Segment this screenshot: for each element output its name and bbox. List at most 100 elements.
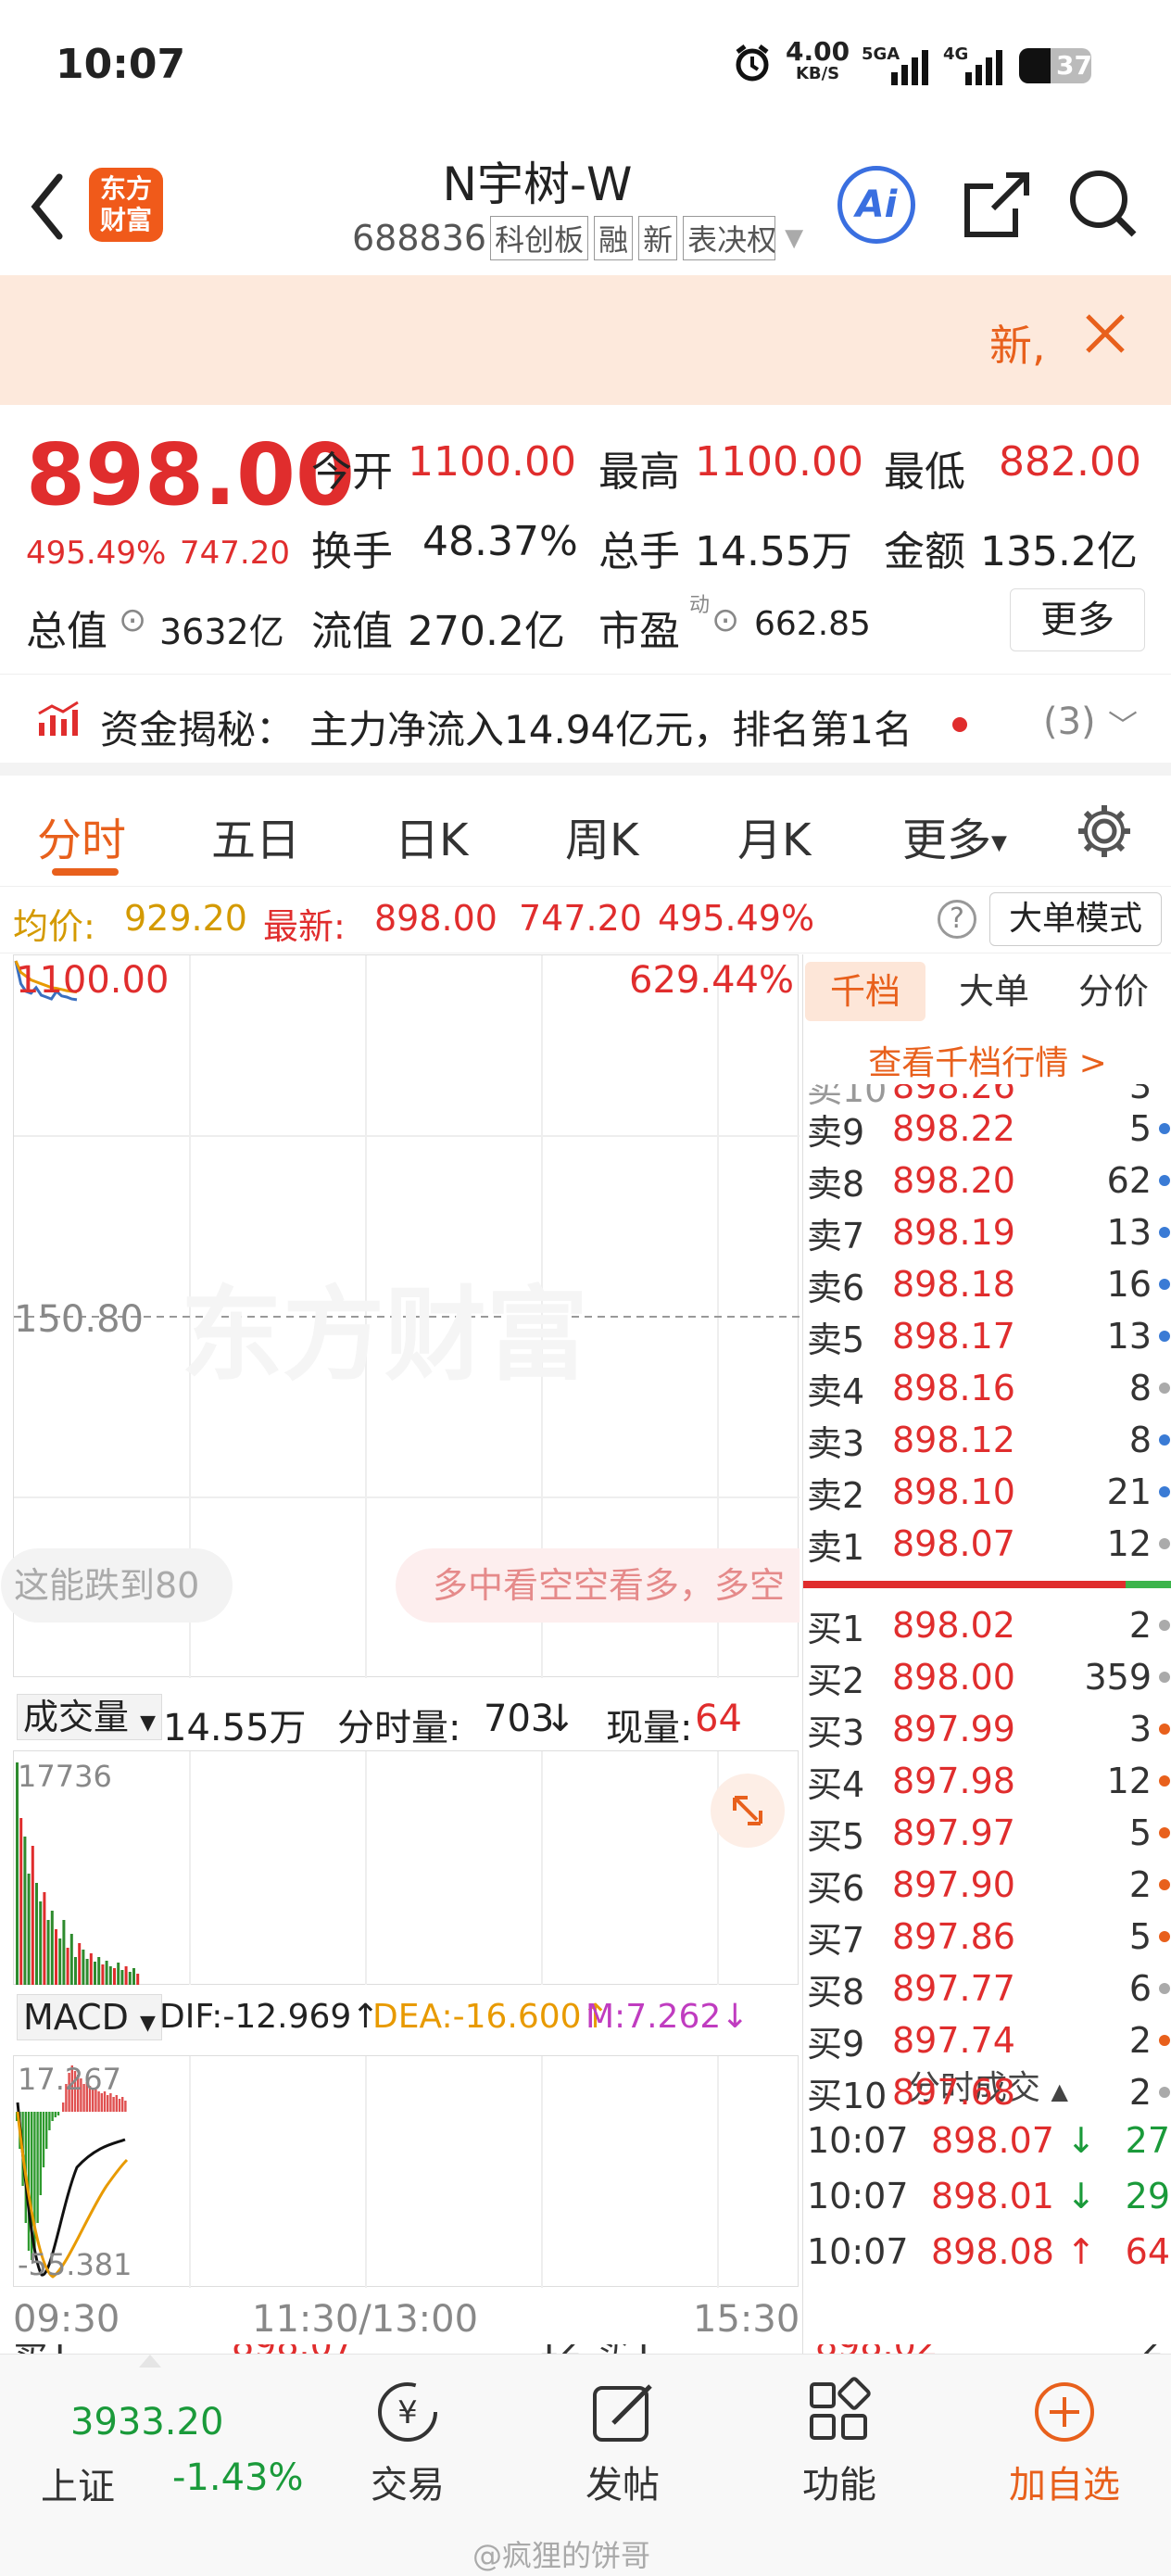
bid-row[interactable]: 买1 898.02 2 [803,1599,1171,1651]
tick-row[interactable]: 10:07 898.08 ↑ 64 [803,2224,1171,2279]
bid-row[interactable]: 买6 897.90 2 [803,1859,1171,1911]
tab-depth[interactable]: 千档 [805,962,925,1021]
index-pct[interactable]: -1.43% [172,2456,304,2499]
tick-arrow: ↓ [1066,2120,1096,2161]
ask-price: 898.16 [892,1368,1015,1408]
time-axis: 09:30 11:30/13:00 15:30 [13,2287,800,2352]
comment-bubble[interactable]: 这能跌到80 [1,1548,233,1623]
bid-row[interactable]: 买9 897.74 2 [803,2014,1171,2066]
ask-level: 卖5 [807,1319,865,1360]
ask-row[interactable]: 卖8 898.20 62 [803,1155,1171,1206]
search-icon[interactable] [1065,166,1140,244]
bid-level: 买7 [807,1919,865,1961]
ask-row[interactable]: 卖7 898.19 13 [803,1206,1171,1258]
tag-margin: 融 [594,216,634,260]
current-volume-label: 现量: [606,1707,693,1749]
macd-chart[interactable]: 17.267 -55.381 [13,2055,799,2288]
ask-row[interactable]: 卖5 898.17 13 [803,1310,1171,1362]
tab-block-orders[interactable]: 大单 [948,962,1040,1021]
signal-icon-2 [963,46,1004,89]
ask-row[interactable]: 卖3 898.12 8 [803,1414,1171,1466]
trade-button[interactable]: ¥ 交易 [361,2377,454,2508]
comment-bubble[interactable]: 多中看空空看多，多空 [396,1548,800,1623]
tab-intraday[interactable]: 分时 [37,803,126,868]
post-label: 发帖 [586,2464,660,2507]
stock-header: 东方 财富 N宇树-W 688836 科创板 融 新 表决权 ▼ Ai [0,134,1171,275]
bid-row[interactable]: 买2 898.00 359 [803,1651,1171,1703]
gear-icon[interactable] [1075,802,1134,865]
capital-flow-bar[interactable]: 资金揭秘： 主力净流入14.94亿元，排名第1名 (3) ﹀ [0,674,1171,776]
ai-button[interactable]: Ai [837,166,915,244]
order-book-panel: 千档 大单 分价 查看千档行情 > 卖10 898.26 3 分时成交 ▲ 卖9 89… [802,954,1171,2354]
caret-down-icon: ▼ [785,224,804,252]
ask-list: 卖9 898.22 5 卖8 898.20 62 卖7 898.19 13 卖6 898.18 16 卖… [803,1103,1171,1570]
tab-five-day[interactable]: 五日 [211,803,300,868]
notice-banner[interactable]: 新, [0,275,1171,405]
volume-bar [120,1970,124,1985]
index-name[interactable]: 上证 [41,2456,115,2510]
expand-icon[interactable] [711,1774,785,1848]
tab-weekly-k[interactable]: 周K [565,803,638,868]
bid-row[interactable]: 买7 897.86 5 [803,1911,1171,1963]
volume-bar [101,1964,105,1985]
info-icon[interactable]: ⊙ [119,601,146,639]
turnover-label: 换手 [311,528,393,575]
more-button[interactable]: 更多 [1010,588,1145,651]
info-icon[interactable]: ⊙ [711,601,739,639]
tab-more[interactable]: 更多▼ [902,803,1007,868]
ask-qty: 12 [1106,1523,1152,1564]
tab-price-dist[interactable]: 分价 [1063,962,1165,1021]
intraday-chart[interactable]: 1100.00 629.44% 150.80 东方财富 这能跌到80 多中看空空… [1,954,800,1678]
index-value[interactable]: 3933.20 [70,2401,223,2443]
tab-daily-k[interactable]: 日K [395,803,468,868]
tick-row[interactable]: 10:07 898.07 ↓ 27 [803,2113,1171,2168]
add-watchlist-button[interactable]: 加自选 [995,2377,1134,2508]
tab-monthly-k[interactable]: 月K [737,803,811,868]
quote-panel: 898.00 495.49% 747.20 今开 1100.00 最高 1100… [0,405,1171,674]
volume-chart[interactable]: 17736 [13,1751,799,1985]
bid-row[interactable]: 买3 897.99 3 [803,1703,1171,1755]
volume-bar [128,1972,132,1985]
ask-level: 卖9 [807,1111,865,1153]
bid-qty: 3 [1128,1709,1152,1749]
bid-dot [1159,1983,1170,1994]
volume-bar [66,1948,69,1985]
view-depth-link[interactable]: 查看千档行情 > [803,1036,1171,1084]
functions-button[interactable]: 功能 [793,2377,886,2508]
stock-code-row[interactable]: 688836 科创板 融 新 表决权 ▼ [352,216,803,260]
latest-value: 898.00 [374,898,497,939]
tick-row[interactable]: 10:07 898.01 ↓ 29 [803,2168,1171,2224]
close-icon[interactable] [1082,310,1128,360]
bid-row[interactable]: 买8 897.77 6 [803,1963,1171,2014]
time-open: 09:30 [13,2298,120,2341]
bid-price: 897.86 [892,1916,1015,1957]
caret-up-icon[interactable] [139,2355,161,2368]
app-logo[interactable]: 东方 财富 [89,168,163,242]
macd-bar-pos [124,2101,127,2112]
volume-max: 17736 [18,1759,112,1794]
bid-qty: 2 [1128,2020,1152,2061]
macd-indicator-select[interactable]: MACD ▼ [17,1994,162,2040]
bid-ask-ratio-bar [803,1581,1171,1588]
volume-bar [85,1959,89,1985]
bid-row[interactable]: 买4 897.98 12 [803,1755,1171,1807]
ask-row[interactable]: 卖9 898.22 5 [803,1103,1171,1155]
volume-header: 成交量 ▼ 14.55万 分时量: 703 ↓ 现量: 64 [13,1677,799,1751]
caret-down-icon: ▼ [140,2012,156,2035]
share-icon[interactable] [960,168,1034,246]
ask-row[interactable]: 卖6 898.18 16 [803,1258,1171,1310]
volume-indicator-select[interactable]: 成交量 ▼ [17,1694,163,1740]
ask-level: 卖4 [807,1370,865,1412]
ask-row[interactable]: 卖1 898.07 12 [803,1518,1171,1570]
ask-row[interactable]: 卖2 898.10 21 [803,1466,1171,1518]
bid-price: 897.98 [892,1761,1015,1801]
back-icon[interactable] [24,170,70,244]
bid-row[interactable]: 买5 897.97 5 [803,1807,1171,1859]
ask-row[interactable]: 卖4 898.16 8 [803,1362,1171,1414]
block-order-mode-button[interactable]: 大单模式 [989,892,1162,946]
help-icon[interactable]: ? [938,900,976,939]
edit-icon [593,2384,652,2442]
bid-row[interactable]: 买10 897.68 2 [803,2066,1171,2118]
bid-level: 买9 [807,2023,865,2065]
post-button[interactable]: 发帖 [576,2377,669,2508]
